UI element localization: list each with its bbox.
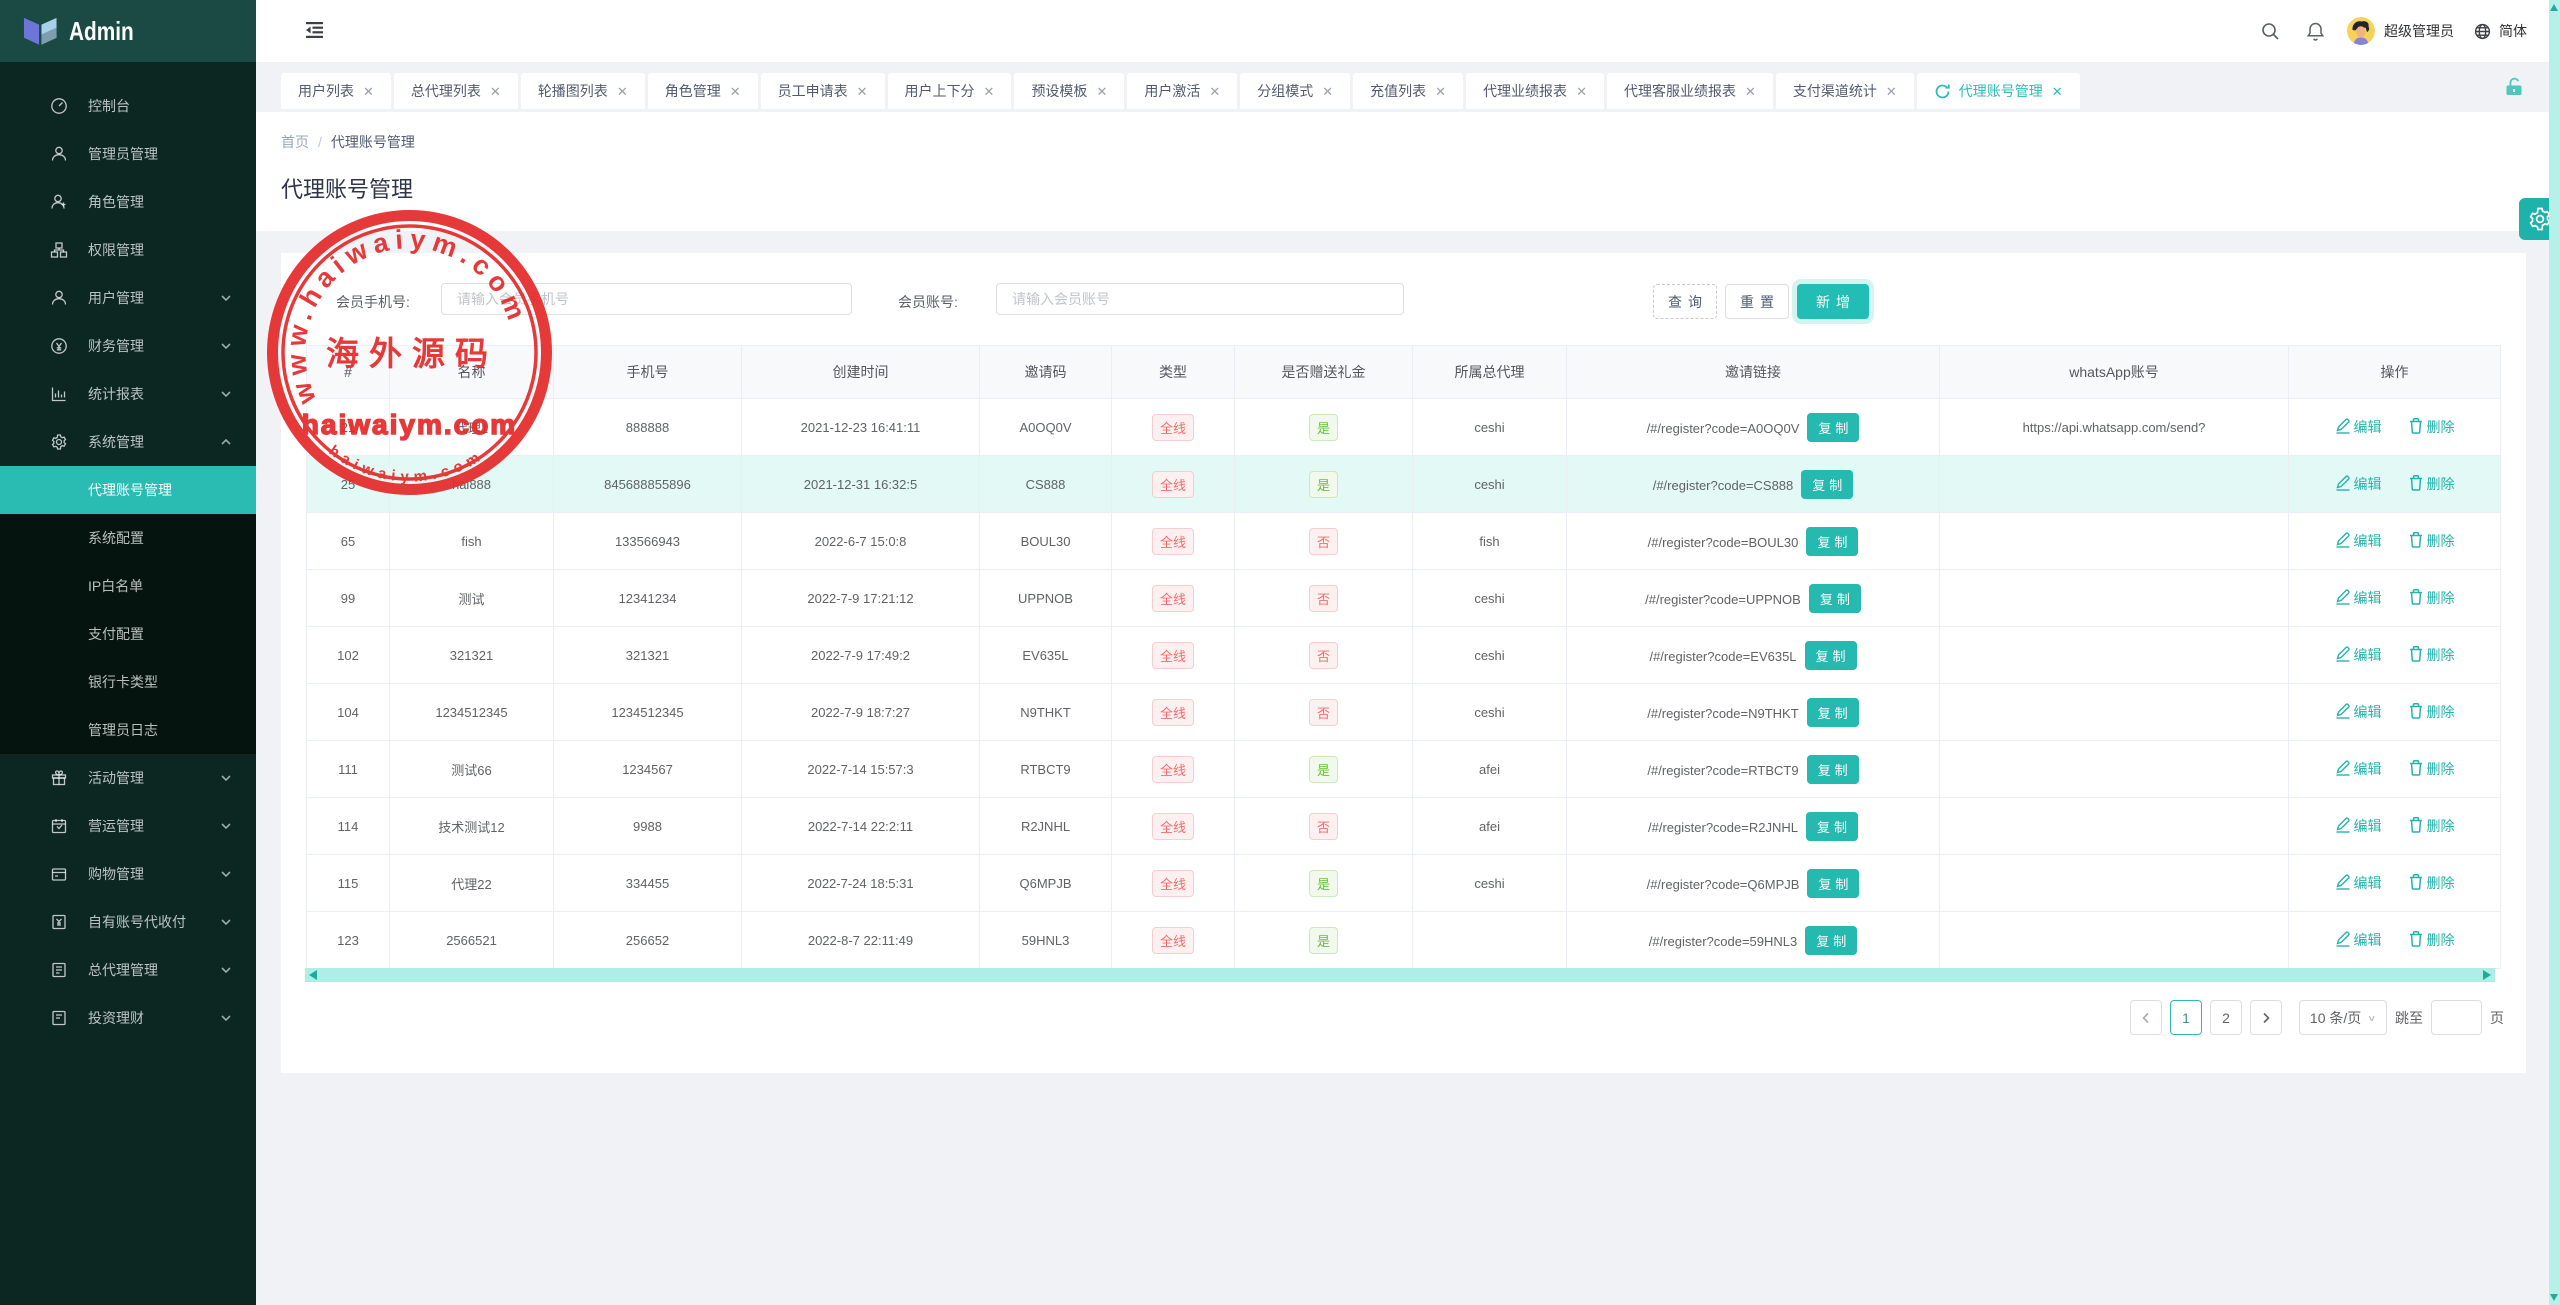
svg-text:海外源码: 海外源码	[326, 335, 498, 372]
svg-text:haiwaiym.com: haiwaiym.com	[302, 409, 517, 440]
